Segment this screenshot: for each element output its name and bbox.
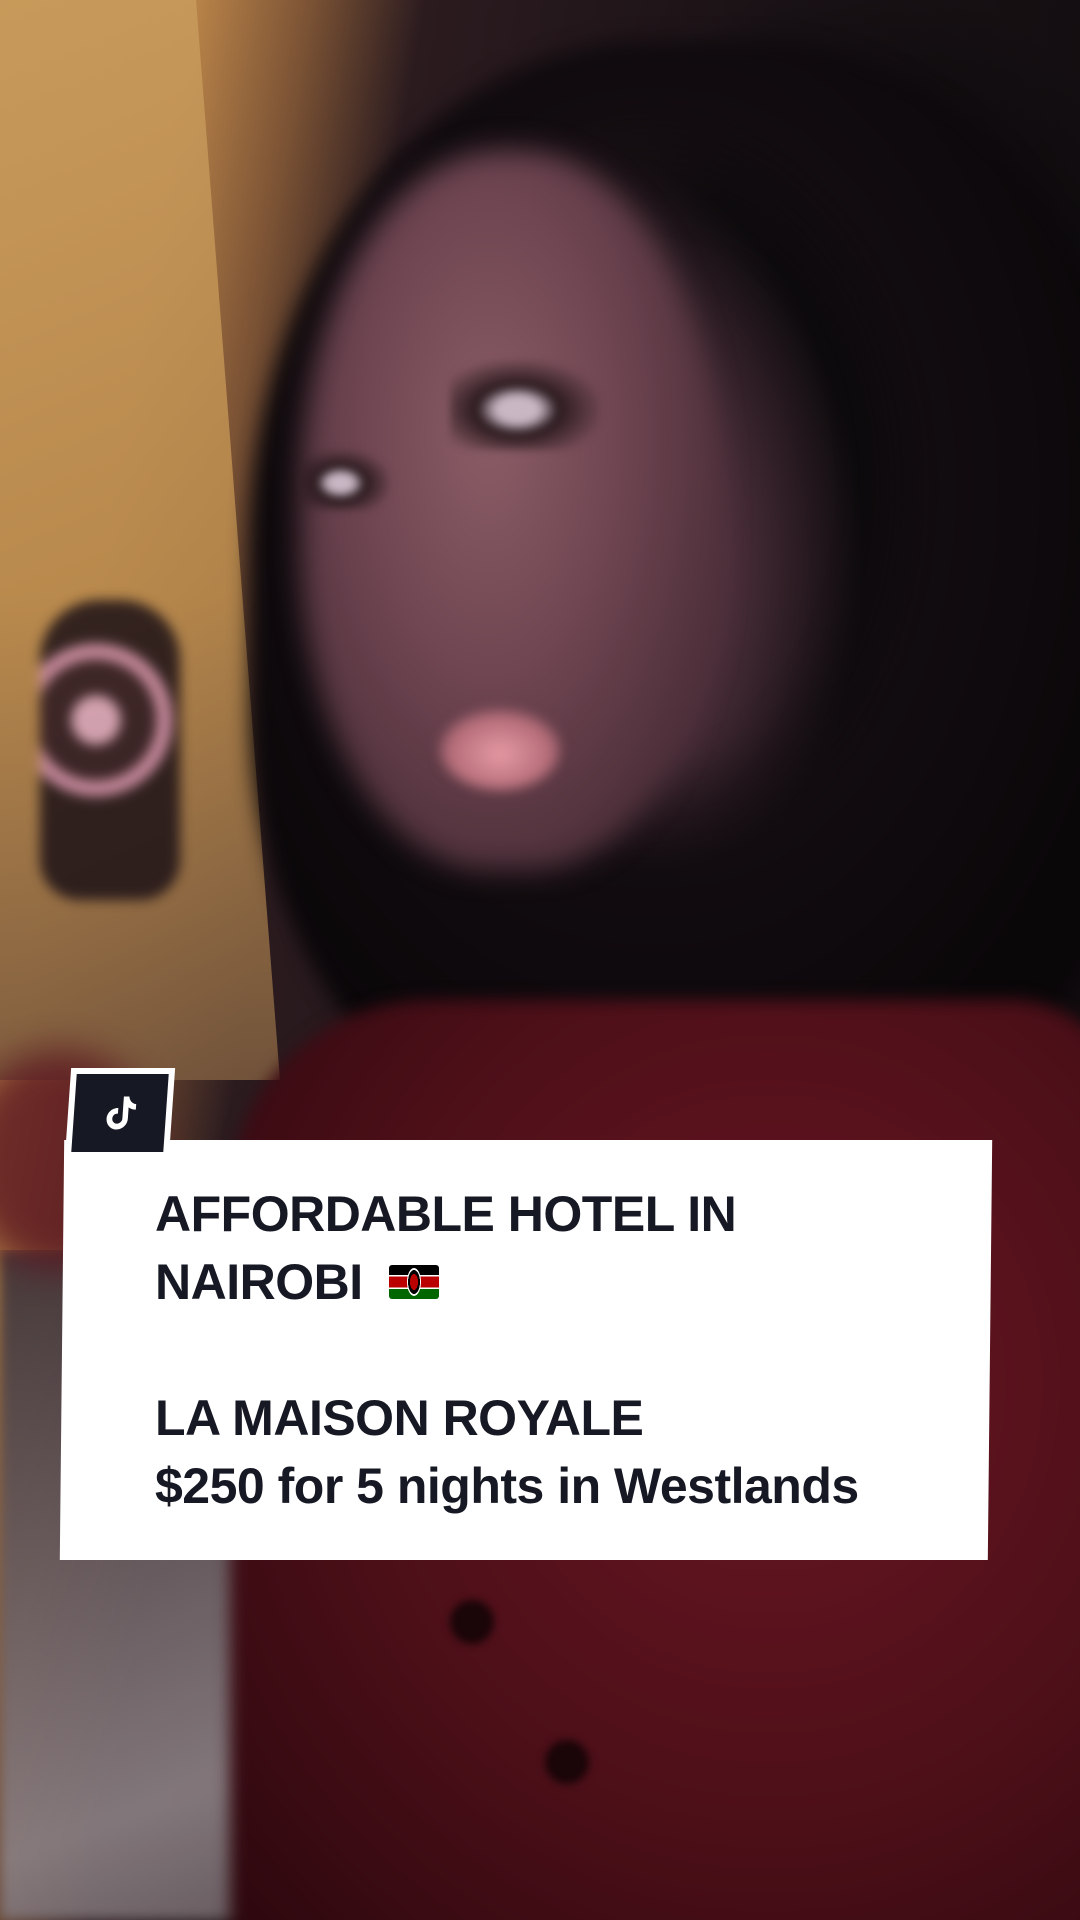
background-hanging-robe <box>40 600 180 900</box>
caption-line-4: $250 for 5 nights in Westlands <box>155 1458 859 1514</box>
caption-line-3: LA MAISON ROYALE <box>155 1390 644 1446</box>
person-lips <box>440 710 560 790</box>
kenya-flag-icon <box>388 1264 439 1299</box>
person-eye-right <box>450 360 600 450</box>
video-frame[interactable]: AFFORDABLE HOTEL IN NAIROBI LA MAISON RO… <box>0 0 1080 1920</box>
caption-line-2: NAIROBI <box>155 1248 955 1316</box>
person-eye-left <box>300 450 390 510</box>
tiktok-logo <box>71 1074 169 1152</box>
caption-text: AFFORDABLE HOTEL IN NAIROBI LA MAISON RO… <box>155 1180 955 1520</box>
caption-line-2-text: NAIROBI <box>155 1254 363 1310</box>
tiktok-icon <box>106 1096 137 1130</box>
caption-line-1: AFFORDABLE HOTEL IN <box>155 1186 737 1242</box>
